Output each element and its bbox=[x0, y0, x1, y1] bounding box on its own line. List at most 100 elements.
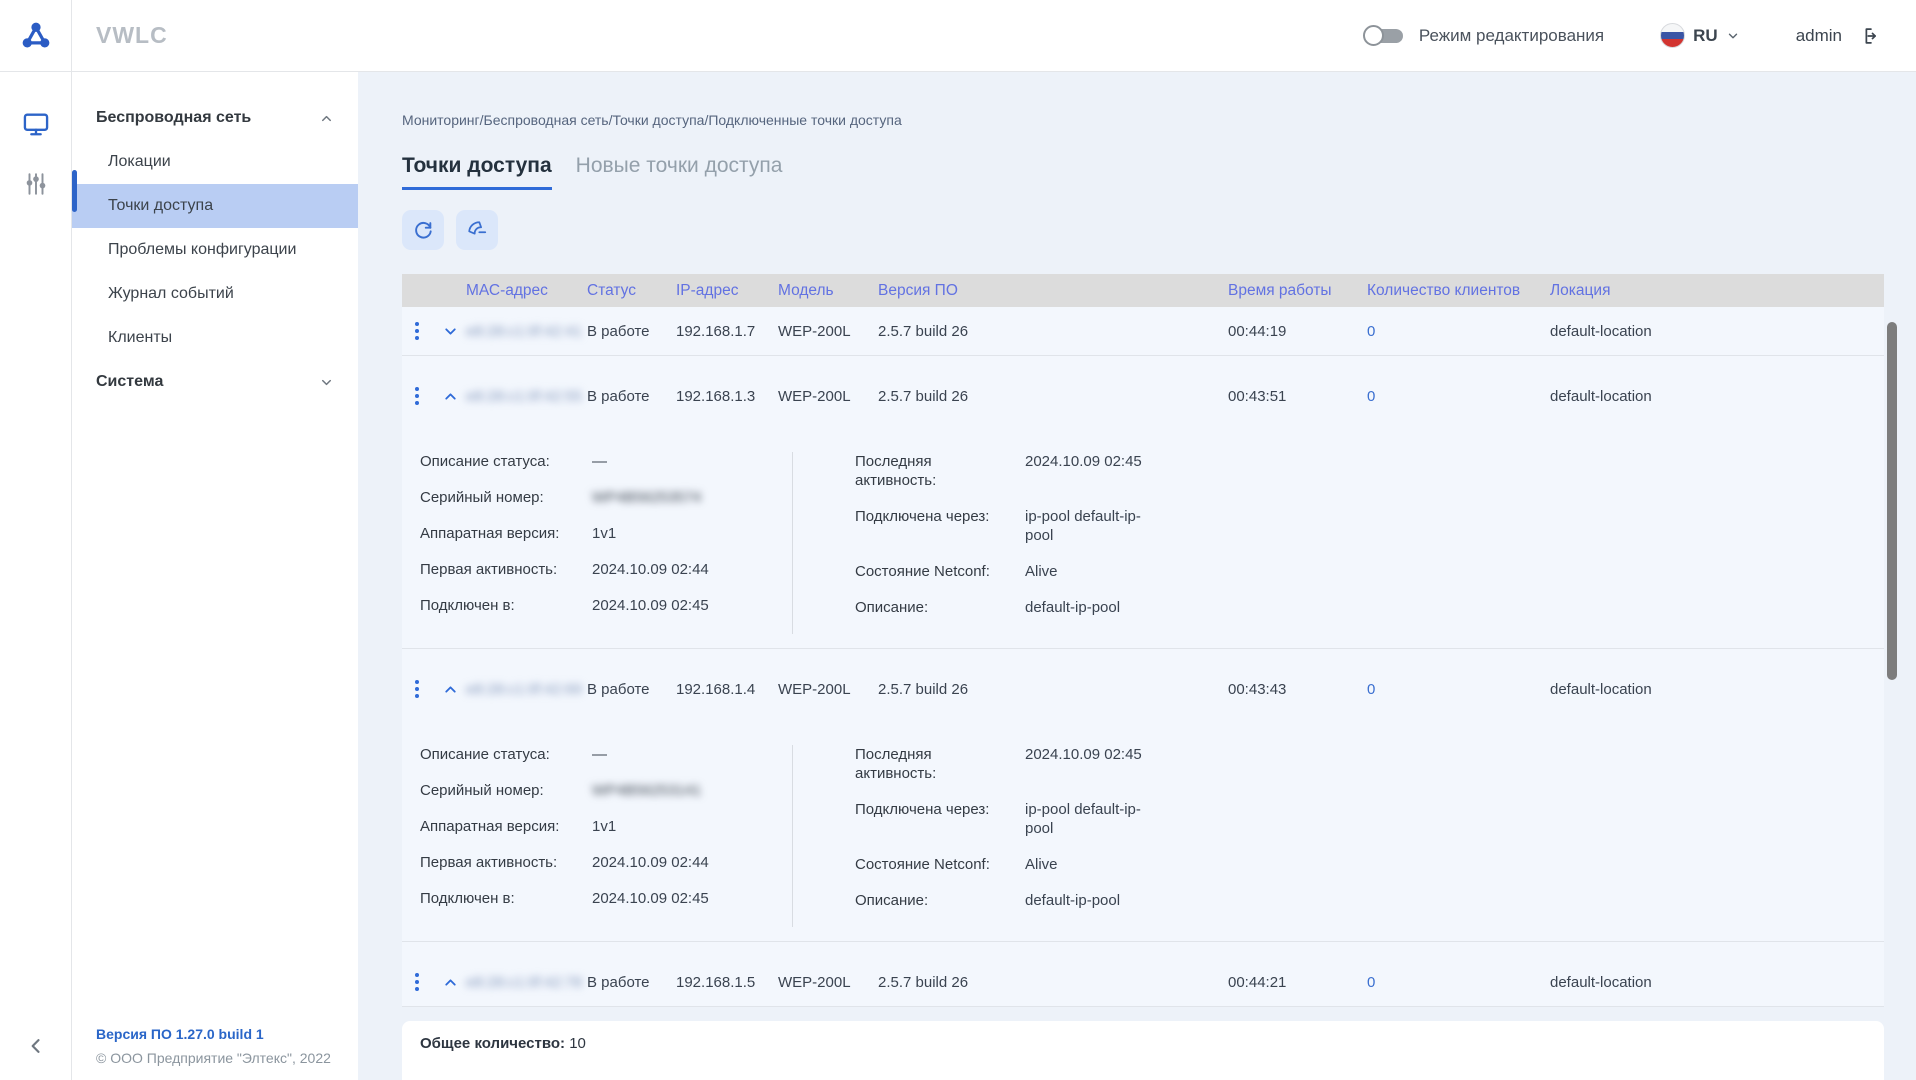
sidebar-group-system[interactable]: Система bbox=[72, 360, 358, 404]
detail-value: Alive bbox=[1025, 855, 1151, 874]
detail-label: Описание статуса: bbox=[420, 745, 592, 764]
cell-clients-link[interactable]: 0 bbox=[1367, 388, 1550, 405]
cell-uptime: 00:44:19 bbox=[1228, 323, 1367, 340]
flag-ru-icon bbox=[1660, 23, 1685, 48]
detail-label: Последняя активность: bbox=[855, 745, 1005, 783]
monitor-icon bbox=[22, 110, 50, 138]
header-fw: Версия ПО bbox=[878, 282, 1228, 300]
detail-label: Подключен в: bbox=[420, 889, 592, 908]
table-row-group: e8:28:c1:0f:42:55 В работе 192.168.1.3 W… bbox=[402, 356, 1884, 649]
detail-label: Состояние Netconf: bbox=[855, 855, 1005, 874]
sidebar-group-system-label: Система bbox=[96, 373, 163, 391]
detail-value: 2024.10.09 02:45 bbox=[1025, 745, 1151, 783]
sidebar-item-locations[interactable]: Локации bbox=[72, 140, 358, 184]
access-points-table: МАС-адрес Статус IP-адрес Модель Версия … bbox=[402, 274, 1884, 1080]
cell-location: default-location bbox=[1550, 388, 1884, 405]
tab-new-access-points[interactable]: Новые точки доступа bbox=[576, 154, 783, 187]
cell-status: В работе bbox=[587, 323, 676, 340]
cell-model: WEP-200L bbox=[778, 388, 878, 405]
sidebar-item-access-points[interactable]: Точки доступа bbox=[72, 184, 358, 228]
cell-ip: 192.168.1.4 bbox=[676, 681, 778, 698]
header-clients: Количество клиентов bbox=[1367, 282, 1550, 300]
main-content: Мониторинг/Беспроводная сеть/Точки досту… bbox=[358, 72, 1916, 1080]
detail-label: Аппаратная версия: bbox=[420, 524, 592, 543]
detail-label: Подключена через: bbox=[855, 507, 1005, 545]
toolbar bbox=[402, 210, 1916, 250]
edit-mode-label: Режим редактирования bbox=[1419, 26, 1604, 46]
version-link[interactable]: Версия ПО 1.27.0 build 1 bbox=[96, 1026, 358, 1042]
total-count-bar: Общее количество: 10 bbox=[402, 1021, 1884, 1080]
toggle-knob bbox=[1363, 25, 1384, 46]
active-section-indicator bbox=[72, 170, 77, 212]
row-menu-icon[interactable] bbox=[412, 384, 422, 408]
row-collapse-icon[interactable] bbox=[442, 974, 459, 991]
sidebar-item-event-log[interactable]: Журнал событий bbox=[72, 272, 358, 316]
chevron-up-icon bbox=[319, 111, 334, 126]
shell: Беспроводная сеть Локации Точки доступа … bbox=[0, 72, 1916, 1080]
table-row[interactable]: e8:28:c1:0f:42:55 В работе 192.168.1.3 W… bbox=[402, 372, 1884, 420]
cell-clients-link[interactable]: 0 bbox=[1367, 323, 1550, 340]
scrollbar-thumb[interactable] bbox=[1887, 322, 1897, 680]
user-menu[interactable]: admin bbox=[1796, 25, 1876, 47]
detail-value: 1v1 bbox=[592, 817, 616, 836]
detail-value: 2024.10.09 02:44 bbox=[592, 560, 709, 579]
nav-monitoring[interactable] bbox=[14, 102, 58, 146]
nav-settings[interactable] bbox=[14, 162, 58, 206]
detail-label: Подключен в: bbox=[420, 596, 592, 615]
language-selector[interactable]: RU bbox=[1660, 23, 1740, 48]
detail-value-serial: WP4B56253574 bbox=[592, 488, 701, 507]
edit-mode-toggle[interactable] bbox=[1363, 25, 1405, 47]
edit-mode-control[interactable]: Режим редактирования bbox=[1363, 25, 1604, 47]
row-menu-icon[interactable] bbox=[412, 677, 422, 701]
table-header: МАС-адрес Статус IP-адрес Модель Версия … bbox=[402, 274, 1884, 307]
cell-status: В работе bbox=[587, 681, 676, 698]
cell-clients-link[interactable]: 0 bbox=[1367, 974, 1550, 991]
table-row[interactable]: e8:28:c1:0f:42:41 В работе 192.168.1.7 W… bbox=[402, 307, 1884, 355]
header-model: Модель bbox=[778, 282, 878, 300]
detail-label: Аппаратная версия: bbox=[420, 817, 592, 836]
cell-fw: 2.5.7 build 26 bbox=[878, 681, 1228, 698]
refresh-button[interactable] bbox=[402, 210, 444, 250]
header-mac: МАС-адрес bbox=[466, 282, 587, 300]
detail-label: Серийный номер: bbox=[420, 781, 592, 800]
cell-mac: e8:28:c1:0f:42:55 bbox=[466, 388, 587, 405]
detail-value-serial: WP4B56253141 bbox=[592, 781, 701, 800]
sidebar-group-wireless[interactable]: Беспроводная сеть bbox=[72, 96, 358, 140]
table-row[interactable]: e8:28:c1:0f:42:78 В работе 192.168.1.5 W… bbox=[402, 958, 1884, 1006]
disconnect-ap-button[interactable] bbox=[456, 210, 498, 250]
cell-uptime: 00:43:51 bbox=[1228, 388, 1367, 405]
total-count-label: Общее количество: bbox=[420, 1035, 565, 1052]
copyright: © ООО Предприятие "Элтекс", 2022 bbox=[96, 1050, 358, 1066]
row-details-panel: Описание статуса:— Серийный номер:WP4B56… bbox=[402, 420, 1884, 648]
row-expand-icon[interactable] bbox=[442, 323, 459, 340]
username: admin bbox=[1796, 26, 1842, 46]
row-collapse-icon[interactable] bbox=[442, 681, 459, 698]
row-menu-icon[interactable] bbox=[412, 319, 422, 343]
total-count-value: 10 bbox=[569, 1035, 586, 1052]
cell-ip: 192.168.1.5 bbox=[676, 974, 778, 991]
row-collapse-icon[interactable] bbox=[442, 388, 459, 405]
breadcrumb: Мониторинг/Беспроводная сеть/Точки досту… bbox=[402, 112, 1884, 128]
table-row[interactable]: e8:28:c1:0f:42:69 В работе 192.168.1.4 W… bbox=[402, 665, 1884, 713]
cell-model: WEP-200L bbox=[778, 323, 878, 340]
sliders-icon bbox=[23, 171, 49, 197]
tab-access-points[interactable]: Точки доступа bbox=[402, 154, 552, 190]
logout-icon[interactable] bbox=[1854, 25, 1876, 47]
icon-rail bbox=[0, 72, 72, 1080]
sidebar-item-config-problems[interactable]: Проблемы конфигурации bbox=[72, 228, 358, 272]
cell-clients-link[interactable]: 0 bbox=[1367, 681, 1550, 698]
cell-model: WEP-200L bbox=[778, 681, 878, 698]
cell-status: В работе bbox=[587, 388, 676, 405]
detail-value: — bbox=[592, 452, 607, 471]
detail-value: 2024.10.09 02:45 bbox=[592, 596, 709, 615]
detail-value: default-ip-pool bbox=[1025, 891, 1151, 910]
sidebar-item-clients[interactable]: Клиенты bbox=[72, 316, 358, 360]
chevron-left-icon bbox=[26, 1036, 46, 1056]
sidebar-footer: Версия ПО 1.27.0 build 1 © ООО Предприят… bbox=[72, 1026, 358, 1080]
detail-label: Подключена через: bbox=[855, 800, 1005, 838]
cell-status: В работе bbox=[587, 974, 676, 991]
sidebar-collapse-button[interactable] bbox=[16, 1026, 56, 1066]
row-menu-icon[interactable] bbox=[412, 970, 422, 994]
chevron-down-icon bbox=[319, 375, 334, 390]
app-logo[interactable] bbox=[0, 0, 72, 72]
